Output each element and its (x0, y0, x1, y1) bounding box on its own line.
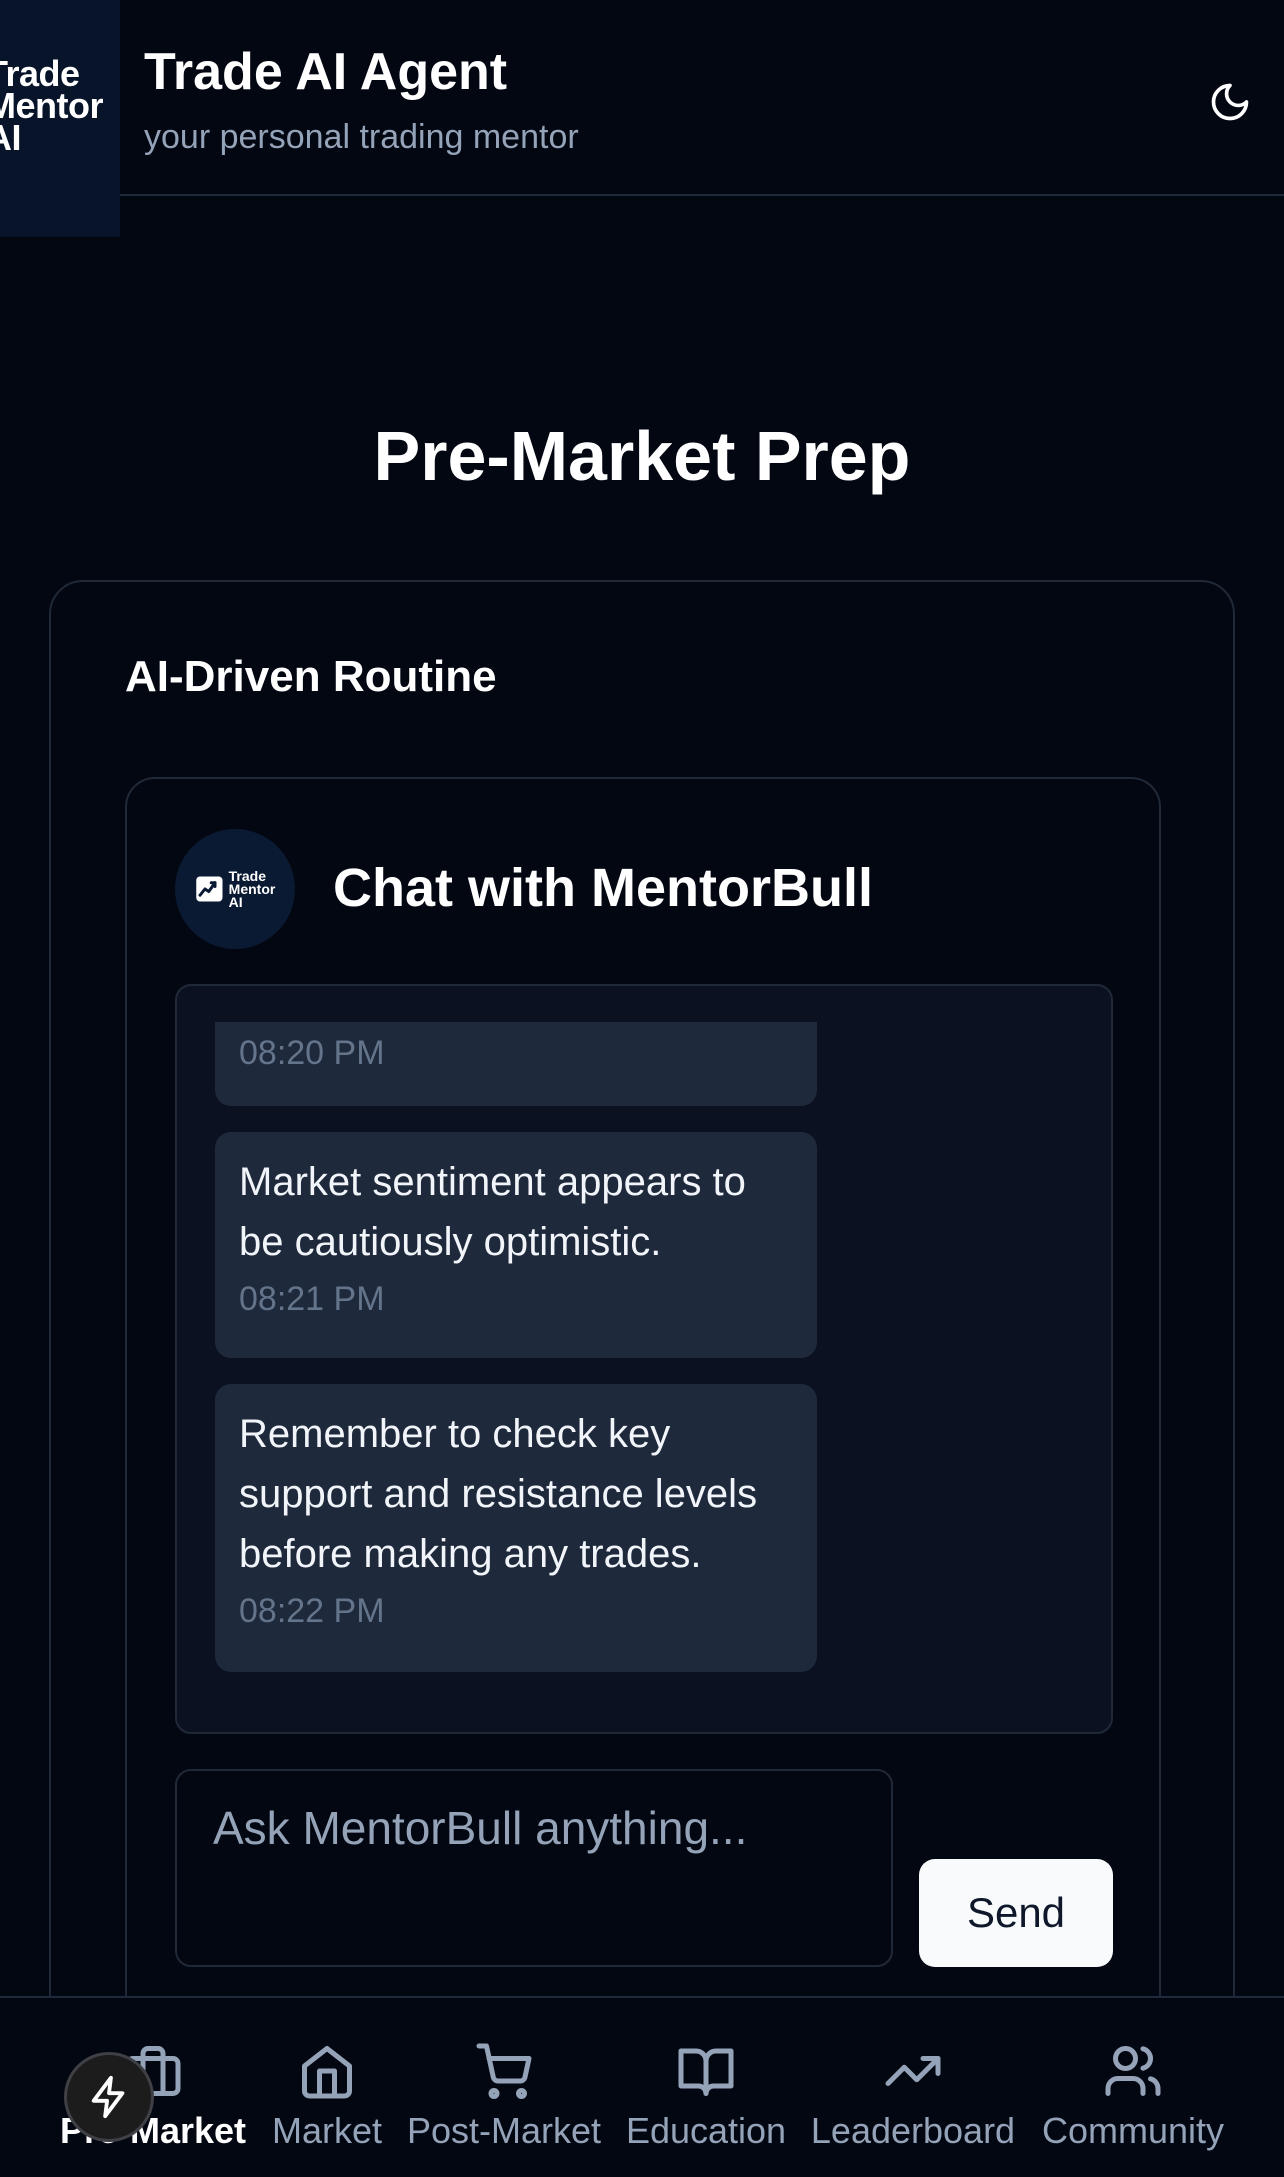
nav-label: Post-Market (406, 2110, 602, 2151)
chat-message: 08:20 PM (215, 1022, 817, 1106)
avatar-text: Trade Mentor AI (228, 867, 276, 910)
quick-action-button[interactable] (64, 2052, 154, 2142)
app-title: Trade AI Agent (144, 43, 508, 101)
nav-label: Market (271, 2110, 383, 2151)
book-icon (678, 2048, 734, 2096)
chat-message: Market sentiment appears to be cautiousl… (215, 1132, 817, 1358)
nav-label: Education (625, 2110, 787, 2151)
routine-title: AI-Driven Routine (125, 652, 497, 701)
chat-messages[interactable]: 08:20 PM Market sentiment appears to be … (175, 984, 1113, 1734)
nav-item-community[interactable]: Community (1038, 1998, 1228, 2177)
theme-toggle-button[interactable] (1200, 72, 1260, 132)
nav-label: Leaderboard (810, 2110, 1016, 2151)
message-time: 08:22 PM (239, 1592, 385, 1630)
chat-input[interactable] (175, 1769, 893, 1967)
nav-item-education[interactable]: Education (624, 1998, 788, 2177)
home-icon (302, 2046, 352, 2099)
nav-item-market[interactable]: Market (268, 1998, 386, 2177)
page-title: Pre-Market Prep (373, 417, 911, 495)
chat-title: Chat with MentorBull (333, 858, 873, 918)
logo-text: Trade Mentor AI (0, 53, 104, 158)
cart-icon (476, 2043, 532, 2099)
avatar-logo: Trade Mentor AI (195, 867, 276, 910)
chart-logo-icon (195, 876, 223, 902)
send-button[interactable]: Send (919, 1859, 1113, 1967)
app-header: Trade Mentor AI Trade AI Agent your pers… (0, 0, 1284, 237)
lightning-icon (91, 2075, 125, 2119)
mentorbull-avatar: Trade Mentor AI (175, 829, 295, 949)
users-icon (1105, 2046, 1161, 2096)
message-text: Market sentiment appears to be cautiousl… (239, 1160, 746, 1264)
page: Trade Mentor AI Trade AI Agent your pers… (0, 0, 1284, 2177)
nav-label: Community (1041, 2110, 1225, 2151)
nav-item-post-market[interactable]: Post-Market (404, 1998, 604, 2177)
app-logo[interactable]: Trade Mentor AI (0, 0, 120, 237)
message-time: 08:20 PM (239, 1034, 385, 1072)
message-time: 08:21 PM (239, 1280, 385, 1318)
bottom-nav: Pre-Market Market Post-Market Education … (0, 1996, 1284, 2177)
app-subtitle: your personal trading mentor (144, 118, 579, 156)
chat-message: Remember to check key support and resist… (215, 1384, 817, 1672)
nav-item-leaderboard[interactable]: Leaderboard (808, 1998, 1018, 2177)
moon-icon (1211, 83, 1249, 121)
trending-up-icon (885, 2056, 941, 2086)
chat-card: Trade Mentor AI Chat with MentorBull 08:… (125, 777, 1161, 2177)
routine-card: AI-Driven Routine Trade Mentor AI Chat w… (49, 580, 1235, 2177)
message-text: Remember to check key support and resist… (239, 1412, 758, 1576)
